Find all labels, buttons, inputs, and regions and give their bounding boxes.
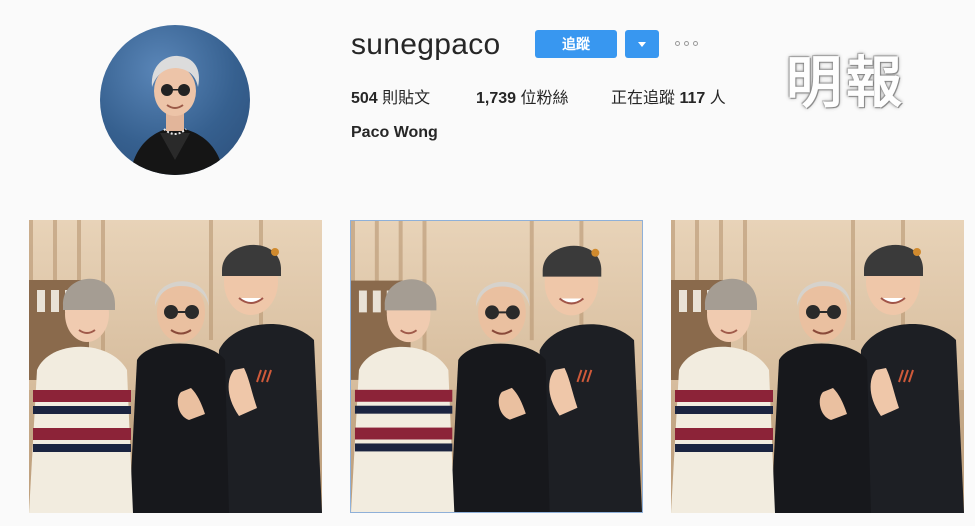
profile-avatar[interactable] xyxy=(100,25,250,175)
group-photo-image xyxy=(671,220,964,513)
chevron-down-icon xyxy=(638,42,646,47)
avatar-portrait xyxy=(130,55,224,175)
ellipsis-icon xyxy=(684,41,689,46)
group-photo-image xyxy=(29,220,322,513)
following-count: 117 xyxy=(679,90,706,107)
group-photo-image xyxy=(351,221,642,512)
post-thumbnail[interactable] xyxy=(671,220,964,513)
post-thumbnail[interactable] xyxy=(29,220,322,513)
posts-count: 504 xyxy=(351,90,378,107)
follow-button[interactable]: 追蹤 xyxy=(535,30,617,58)
post-thumbnail[interactable] xyxy=(350,220,643,513)
followers-count: 1,739 xyxy=(476,90,517,107)
followers-stat[interactable]: 1,739 位粉絲 xyxy=(476,84,569,108)
ellipsis-icon xyxy=(675,41,680,46)
following-stat[interactable]: 正在追蹤 117 人 xyxy=(611,84,726,108)
profile-full-name: Paco Wong xyxy=(351,124,438,141)
more-options-button[interactable] xyxy=(673,34,703,54)
profile-username: sunegpaco xyxy=(351,28,501,61)
posts-label: 則貼文 xyxy=(382,90,431,107)
following-prefix: 正在追蹤 xyxy=(611,90,676,107)
following-suffix: 人 xyxy=(709,90,726,107)
newspaper-watermark-logo: 明報 xyxy=(786,50,906,116)
posts-stat: 504 則貼文 xyxy=(351,84,430,108)
follow-options-button[interactable] xyxy=(625,30,659,58)
followers-label: 位粉絲 xyxy=(520,90,569,107)
ellipsis-icon xyxy=(693,41,698,46)
